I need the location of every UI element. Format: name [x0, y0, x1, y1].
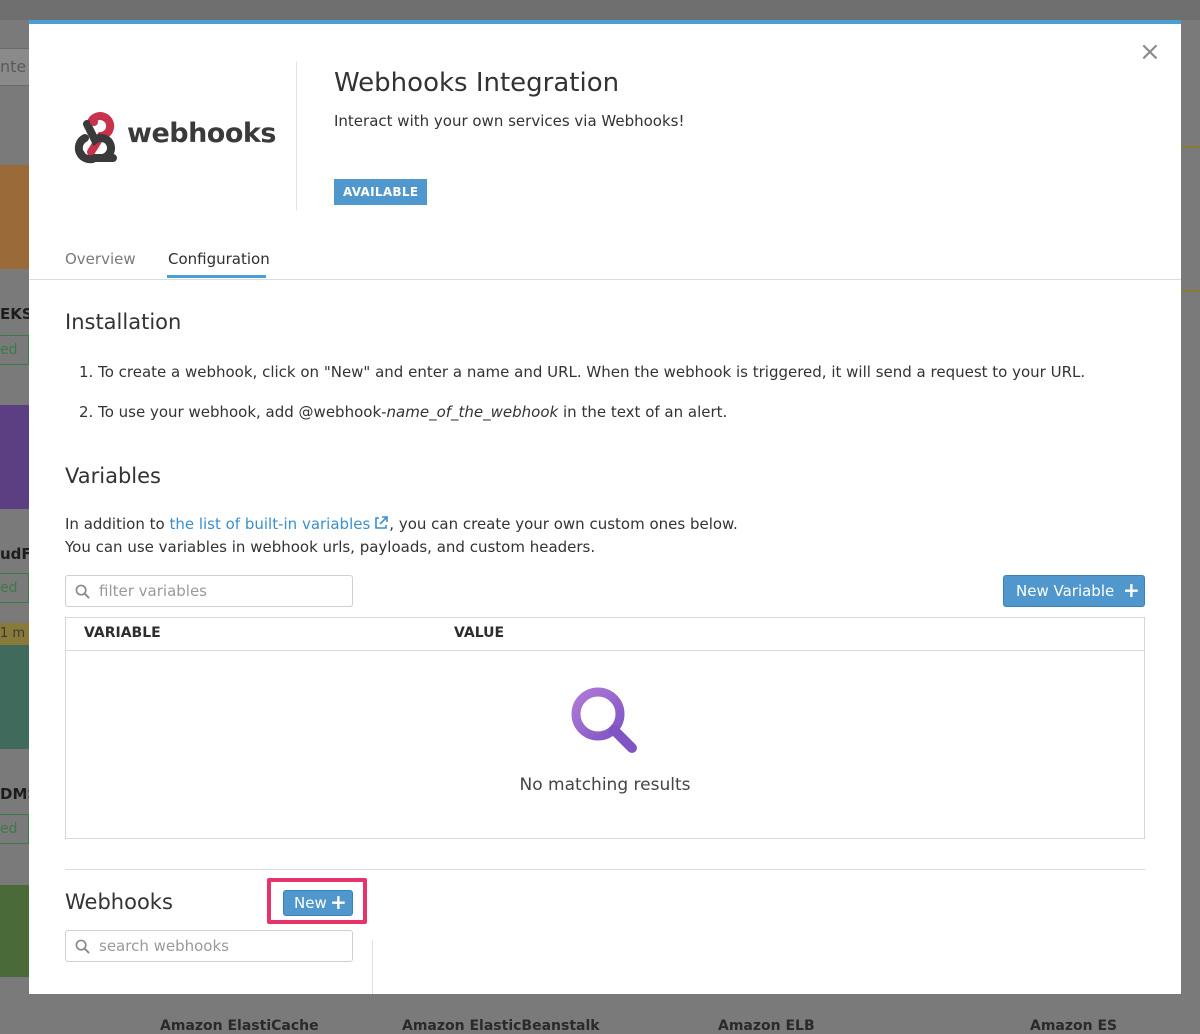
- tab-bar: Overview Configuration: [29, 242, 1181, 280]
- search-icon: [75, 939, 90, 954]
- tile-logo: [0, 165, 30, 269]
- integration-modal: × webhooks Webhooks Integration Interact…: [29, 20, 1181, 994]
- tile-logo: [0, 645, 30, 749]
- logo-wordmark: webhooks: [127, 118, 276, 149]
- variables-heading: Variables: [65, 464, 161, 488]
- webhooks-logo: webhooks: [65, 104, 276, 168]
- webhooks-heading: Webhooks: [65, 890, 173, 914]
- tile-badge: ed: [0, 814, 29, 844]
- page-subtitle: Interact with your own services via Webh…: [334, 112, 685, 130]
- new-webhook-button[interactable]: New +: [283, 890, 353, 916]
- close-icon[interactable]: ×: [1139, 39, 1161, 65]
- tile-badge: ed: [0, 335, 29, 365]
- column-header-variable: VARIABLE: [84, 625, 161, 641]
- tile-warning: 1 m: [0, 623, 30, 645]
- header-divider: [296, 62, 297, 210]
- new-variable-button[interactable]: New Variable +: [1003, 575, 1145, 607]
- variables-intro-line2: You can use variables in webhook urls, p…: [65, 538, 596, 556]
- installation-step-2: 2. To use your webhook, add @webhook-nam…: [79, 403, 728, 421]
- section-divider: [65, 869, 1145, 870]
- search-webhooks-input[interactable]: search webhooks: [65, 930, 353, 962]
- background-tile-labels: Amazon ElastiCache Amazon ElasticBeansta…: [160, 1018, 1118, 1034]
- plus-icon: +: [330, 890, 347, 914]
- search-placeholder: search webhooks: [99, 937, 229, 955]
- background-search-field: nte: [0, 48, 30, 86]
- tab-overview[interactable]: Overview: [65, 250, 136, 268]
- installation-heading: Installation: [65, 310, 182, 334]
- empty-state-text: No matching results: [519, 775, 691, 795]
- variables-intro: In addition to the list of built-in vari…: [65, 515, 738, 533]
- new-variable-label: New Variable: [1016, 582, 1115, 600]
- filter-placeholder: filter variables: [99, 582, 207, 600]
- webhooks-panel-divider: [372, 940, 373, 994]
- variables-table-header: VARIABLE VALUE: [66, 618, 1144, 651]
- status-badge: AVAILABLE: [334, 179, 428, 205]
- active-tab-indicator: [167, 275, 266, 278]
- tile-badge: ed: [0, 573, 29, 603]
- webhooks-logo-icon: [74, 112, 117, 164]
- column-header-value: VALUE: [454, 625, 505, 641]
- background-divider: [1182, 146, 1200, 148]
- tile-name: EKS: [0, 305, 33, 323]
- tile-logo: [0, 885, 30, 977]
- installation-step-1: 1. To create a webhook, click on "New" a…: [79, 363, 1086, 381]
- external-link-icon: [375, 516, 389, 529]
- filter-variables-input[interactable]: filter variables: [65, 575, 353, 607]
- new-webhook-label: New: [294, 894, 327, 912]
- plus-icon: +: [1123, 578, 1140, 602]
- page-title: Webhooks Integration: [334, 68, 620, 98]
- builtin-variables-link[interactable]: the list of built-in variables: [169, 515, 370, 533]
- tile-logo: [0, 405, 30, 509]
- background-divider: [1182, 290, 1200, 292]
- no-results-search-icon: [571, 687, 637, 753]
- variables-table: VARIABLE VALUE No matching results: [65, 617, 1145, 839]
- background-topbar: [0, 0, 1200, 20]
- tab-configuration[interactable]: Configuration: [168, 250, 270, 268]
- search-icon: [75, 584, 90, 599]
